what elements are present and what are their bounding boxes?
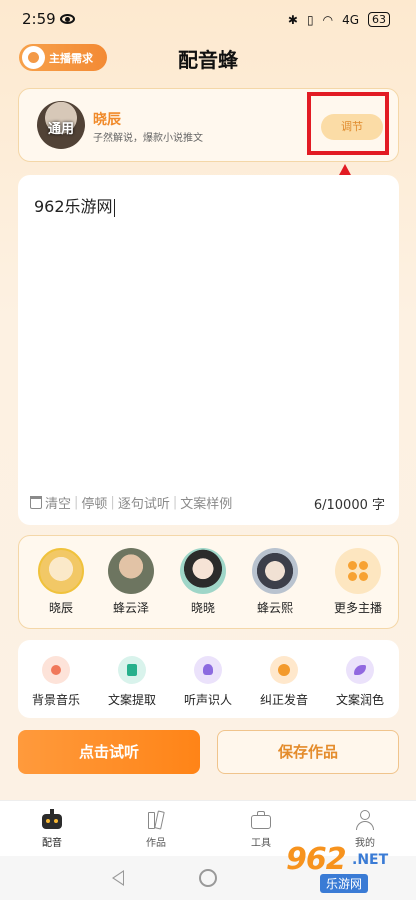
tab-dubbing[interactable]: 配音 [22,809,82,849]
back-icon[interactable] [112,870,124,886]
pronunciation-icon [270,656,298,684]
anchor-item[interactable]: 蜂云熙 [244,548,306,616]
voice-recognition-button[interactable]: 听声识人 [172,656,244,708]
anchor-name: 晓晓 [190,601,215,615]
status-icons: ✱ ▯ ◠ 4G 63 [288,12,390,27]
watermark-big: 962 [286,842,347,877]
music-icon [42,656,70,684]
trash-icon [30,496,42,509]
watermark-dot: .NET [352,852,389,868]
text-editor[interactable]: 962乐游网 清空 | 停顿 | 逐句试听 | 文案样例 6/10000 字 [18,175,399,525]
avatar [252,548,298,594]
robot-icon [41,809,63,831]
status-bar: 2:59 ✱ ▯ ◠ 4G 63 [0,0,416,40]
text-extract-button[interactable]: 文案提取 [96,656,168,708]
anchor-list: 晓辰 蜂云泽 晓晓 蜂云熙 更多主播 [18,535,399,629]
pause-button[interactable]: 停顿 [81,493,107,512]
tab-label: 作品 [146,838,166,849]
function-label: 文案提取 [107,693,156,707]
toolbox-icon [250,809,272,831]
sample-text-button[interactable]: 文案样例 [180,493,232,512]
document-icon [118,656,146,684]
more-anchors-button[interactable]: 更多主播 [327,548,389,616]
voice-description: 子然解说，爆款小说推文 [93,133,203,144]
background-music-button[interactable]: 背景音乐 [20,656,92,708]
vibrate-icon: ▯ [306,12,314,27]
anchor-name: 蜂云熙 [256,601,293,615]
save-button[interactable]: 保存作品 [217,730,399,774]
highlight-box [307,92,389,155]
voice-avatar-tag: 通用 [47,122,74,137]
anchor-item[interactable]: 蜂云泽 [100,548,162,616]
watermark-logo: 962 .NET 乐游网 [276,842,410,894]
avatar [38,548,84,594]
voice-avatar: 通用 [37,101,85,149]
function-grid: 背景音乐 文案提取 听声识人 纠正发音 文案润色 [18,640,399,718]
anchor-request-label: 主播需求 [49,51,93,65]
function-label: 纠正发音 [259,693,308,707]
user-icon [354,809,376,831]
function-label: 听声识人 [183,693,232,707]
char-count: 6/10000 字 [313,498,385,513]
anchor-request-button[interactable]: 主播需求 [19,44,107,71]
function-label: 文案润色 [335,693,384,707]
avatar [180,548,226,594]
avatar [108,548,154,594]
editor-content[interactable]: 962乐游网 [34,193,115,217]
anchor-face-icon [22,46,45,69]
home-icon[interactable] [199,869,217,887]
more-anchors-label: 更多主播 [333,601,382,615]
tab-works[interactable]: 作品 [126,809,186,849]
anchor-item[interactable]: 晓晓 [172,548,234,616]
anchor-name: 蜂云泽 [112,601,149,615]
polish-icon [346,656,374,684]
status-time: 2:59 [22,10,56,28]
tab-label: 工具 [251,838,271,849]
pronunciation-fix-button[interactable]: 纠正发音 [248,656,320,708]
editor-tools: 清空 | 停顿 | 逐句试听 | 文案样例 [30,493,232,512]
tab-label: 配音 [42,838,62,849]
watermark-small: 乐游网 [320,874,369,893]
clover-icon [335,548,381,594]
battery-icon: 63 [368,12,390,27]
signal-label: 4G [342,12,359,27]
clear-button[interactable]: 清空 [45,493,71,512]
books-icon [145,809,167,831]
function-label: 背景音乐 [31,693,80,707]
bluetooth-icon: ✱ [287,12,298,27]
sentence-preview-button[interactable]: 逐句试听 [118,493,170,512]
anchor-name: 晓辰 [48,601,73,615]
eye-icon [60,14,75,24]
anchor-item[interactable]: 晓辰 [30,548,92,616]
wifi-icon: ◠ [322,12,334,27]
person-icon [194,656,222,684]
voice-name: 晓辰 [93,112,121,128]
listen-button[interactable]: 点击试听 [18,730,200,774]
text-polish-button[interactable]: 文案润色 [324,656,396,708]
